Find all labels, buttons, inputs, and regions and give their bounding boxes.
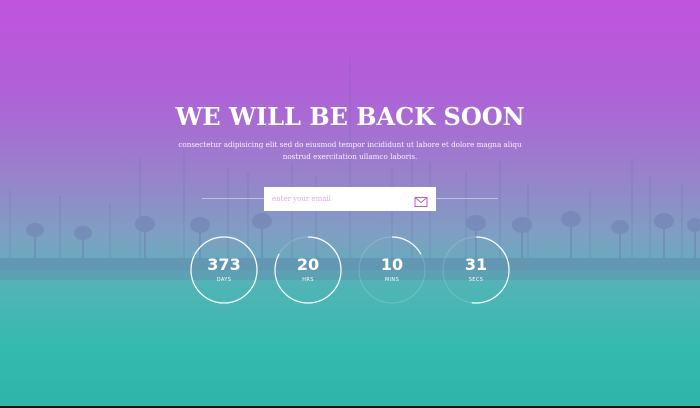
countdown-hours: 20 HRS	[274, 236, 342, 304]
divider-right	[436, 198, 498, 199]
subtitle-line-2: nostrud exercitation ullamco laboris.	[282, 152, 418, 161]
minutes-label: MINS	[384, 277, 400, 283]
countdown-days: 373 DAYS	[190, 236, 258, 304]
email-input[interactable]	[264, 187, 404, 211]
hours-label: HRS	[302, 277, 314, 283]
subtitle-line-1: consectetur adipisicing elit sed do eius…	[178, 140, 522, 149]
page-subtitle: consectetur adipisicing elit sed do eius…	[170, 139, 530, 163]
envelope-icon	[414, 197, 428, 207]
countdown-seconds: 31 SECS	[442, 236, 510, 304]
days-label: DAYS	[216, 277, 232, 283]
send-button[interactable]	[414, 193, 428, 207]
subscribe-form	[264, 187, 436, 211]
days-value: 373	[207, 255, 241, 274]
minutes-value: 10	[380, 255, 404, 274]
page-title: WE WILL BE BACK SOON	[175, 102, 525, 131]
seconds-label: SECS	[468, 277, 484, 283]
seconds-value: 31	[464, 255, 488, 274]
landing-content: WE WILL BE BACK SOON consectetur adipisi…	[0, 0, 700, 408]
countdown-minutes: 10 MINS	[358, 236, 426, 304]
hours-value: 20	[296, 255, 320, 274]
divider-left	[202, 198, 264, 199]
